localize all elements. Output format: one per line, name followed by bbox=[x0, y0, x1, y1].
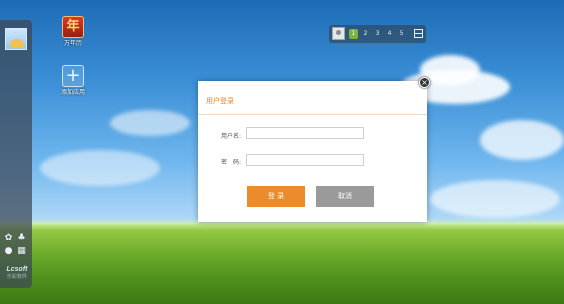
close-icon[interactable]: × bbox=[419, 77, 430, 88]
grid-icon[interactable]: ▦ bbox=[17, 247, 26, 256]
side-dock: ✿ ♣ ● ▦ Lcsoft 乐彩软件 bbox=[0, 20, 32, 288]
brand-logo: Lcsoft 乐彩软件 bbox=[3, 266, 31, 281]
cancel-button[interactable]: 取消 bbox=[316, 186, 374, 207]
theme-icon[interactable]: ♣ bbox=[17, 234, 26, 243]
desktop-app-add[interactable]: + 添加应用 bbox=[56, 65, 90, 97]
dialog-divider bbox=[198, 114, 427, 115]
page-2[interactable]: 2 bbox=[361, 29, 370, 39]
page-3[interactable]: 3 bbox=[373, 29, 382, 39]
desktop-app-calendar[interactable]: 年 万年历 bbox=[56, 16, 90, 48]
page-1[interactable]: 1 bbox=[349, 29, 358, 39]
grass-field bbox=[0, 218, 564, 304]
app-manager-icon[interactable] bbox=[414, 29, 423, 38]
dialog-title: 用户登录 bbox=[206, 97, 234, 105]
add-app-icon: + bbox=[62, 65, 84, 87]
brand-logo-text: Lcsoft bbox=[6, 266, 28, 273]
gear-icon[interactable]: ✿ bbox=[4, 234, 13, 243]
user-avatar[interactable] bbox=[5, 28, 27, 50]
cloud bbox=[480, 120, 564, 160]
calendar-icon: 年 bbox=[62, 16, 84, 38]
desktop-pager: 1 2 3 4 5 bbox=[329, 25, 426, 43]
cloud bbox=[40, 150, 160, 186]
page-5[interactable]: 5 bbox=[397, 29, 406, 39]
cloud bbox=[430, 180, 560, 218]
password-label: 密 码: bbox=[220, 159, 241, 166]
password-field[interactable] bbox=[246, 154, 364, 166]
desktop-app-label: 万年历 bbox=[63, 40, 82, 47]
user-icon[interactable] bbox=[332, 27, 345, 40]
login-dialog: 用户登录 × 用户名: 密 码: 登 录 取消 bbox=[198, 77, 430, 222]
username-field[interactable] bbox=[246, 127, 364, 139]
login-button[interactable]: 登 录 bbox=[247, 186, 305, 207]
desktop-app-label: 添加应用 bbox=[60, 89, 85, 96]
globe-icon[interactable]: ● bbox=[4, 247, 13, 256]
username-label: 用户名: bbox=[220, 133, 241, 140]
page-4[interactable]: 4 bbox=[385, 29, 394, 39]
brand-logo-subtext: 乐彩软件 bbox=[6, 274, 27, 280]
cloud bbox=[110, 110, 190, 136]
